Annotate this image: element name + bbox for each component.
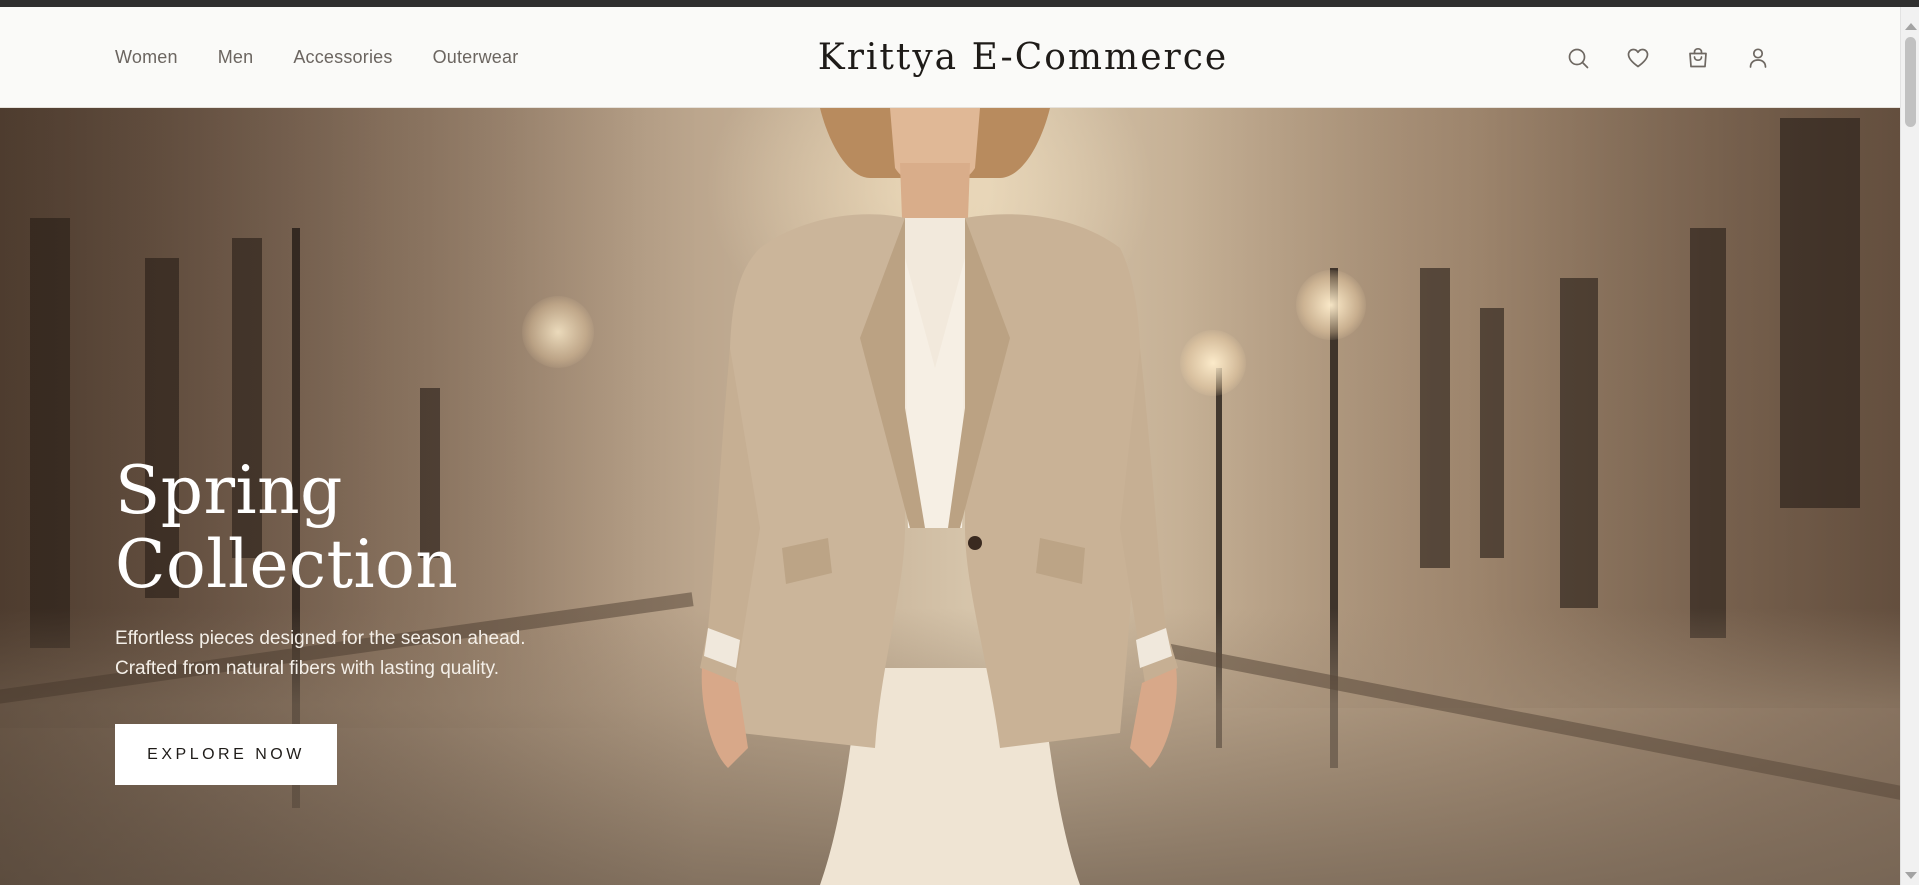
nav-link-men[interactable]: Men — [218, 47, 254, 68]
nav-link-outerwear[interactable]: Outerwear — [433, 47, 519, 68]
street-lamp-glow — [1180, 330, 1246, 396]
wishlist-button[interactable] — [1626, 46, 1650, 70]
hero-title-line-1: Spring — [115, 452, 343, 529]
top-navigation-bar: Women Men Accessories Outerwear Krittya … — [0, 7, 1900, 108]
heart-icon — [1627, 48, 1649, 67]
hero-banner: Spring Collection Effortless pieces desi… — [0, 108, 1900, 885]
model-illustration — [700, 108, 1178, 885]
search-icon — [1568, 48, 1589, 68]
window-shape — [1560, 278, 1598, 608]
window-shape — [1690, 228, 1726, 638]
utility-icons — [1566, 7, 1770, 108]
scrollbar-thumb[interactable] — [1905, 37, 1916, 127]
model-figure — [700, 108, 1180, 885]
brand-logo-text[interactable]: Krittya E-Commerce — [818, 37, 1228, 78]
hero-description-line-1: Effortless pieces designed for the seaso… — [115, 628, 526, 649]
hero-description-line-2: Crafted from natural fibers with lasting… — [115, 658, 500, 679]
user-icon — [1749, 47, 1767, 68]
explore-now-button[interactable]: EXPLORE NOW — [115, 724, 337, 785]
window-shape — [1480, 308, 1504, 558]
primary-nav: Women Men Accessories Outerwear — [115, 7, 518, 108]
nav-link-women[interactable]: Women — [115, 47, 178, 68]
shopping-bag-icon — [1689, 47, 1707, 67]
hero-title: Spring Collection — [115, 454, 675, 602]
page: Women Men Accessories Outerwear Krittya … — [0, 7, 1900, 885]
vertical-scrollbar[interactable] — [1900, 7, 1919, 885]
hero-content: Spring Collection Effortless pieces desi… — [115, 454, 675, 785]
search-button[interactable] — [1566, 46, 1590, 70]
scroll-up-arrow-icon[interactable] — [1905, 23, 1917, 30]
nav-link-accessories[interactable]: Accessories — [293, 47, 392, 68]
window-shape — [1780, 118, 1860, 508]
street-lamp-glow — [1296, 270, 1366, 340]
scroll-down-arrow-icon[interactable] — [1905, 872, 1917, 879]
window-top-edge — [0, 0, 1919, 7]
account-button[interactable] — [1746, 46, 1770, 70]
hero-description: Effortless pieces designed for the seaso… — [115, 624, 675, 684]
window-shape — [1420, 268, 1450, 568]
cart-button[interactable] — [1686, 46, 1710, 70]
hero-title-line-2: Collection — [115, 526, 459, 603]
